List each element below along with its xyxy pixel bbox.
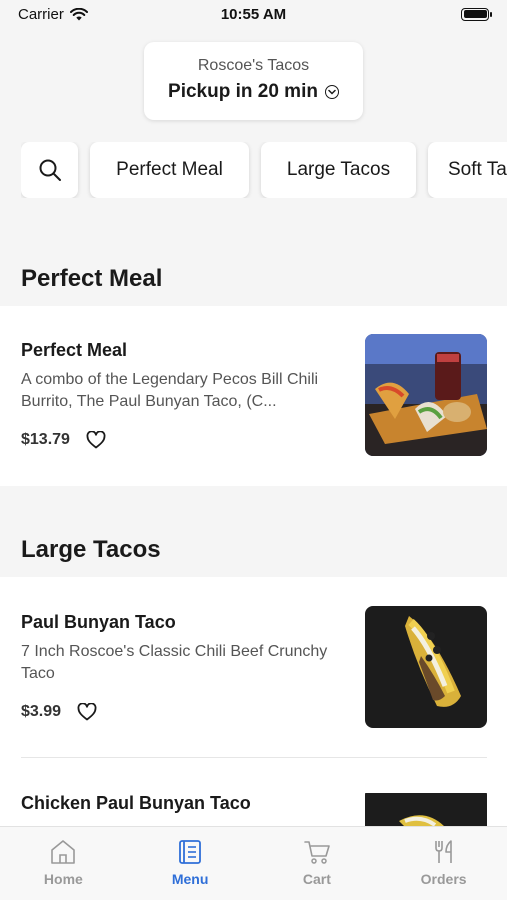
category-chip-perfect-meal[interactable]: Perfect Meal: [90, 142, 249, 198]
tab-bar: Home Menu Cart Orders: [0, 826, 507, 900]
store-name: Roscoe's Tacos: [197, 57, 310, 74]
item-price: $13.79: [21, 431, 70, 448]
search-icon: [39, 159, 61, 181]
tab-cart[interactable]: Cart: [254, 827, 381, 900]
item-image-chicken-paul-bunyan-taco: [365, 793, 487, 826]
search-button[interactable]: [21, 142, 78, 198]
heart-icon[interactable]: [77, 703, 97, 721]
tab-menu[interactable]: Menu: [127, 827, 254, 900]
menu-item-perfect-meal[interactable]: Perfect Meal A combo of the Legendary Pe…: [21, 334, 487, 462]
tab-label-menu: Menu: [171, 871, 209, 887]
fork-knife-icon: [434, 840, 452, 863]
chevron-down-circle-icon: [324, 85, 339, 99]
category-chip-large-tacos[interactable]: Large Tacos: [261, 142, 416, 198]
tab-home[interactable]: Home: [0, 827, 127, 900]
menu-item-paul-bunyan-taco[interactable]: Paul Bunyan Taco 7 Inch Roscoe's Classic…: [21, 606, 487, 734]
category-bar: Perfect Meal Large Tacos Soft Ta: [21, 142, 507, 198]
store-selector[interactable]: Roscoe's Tacos Pickup in 20 min: [144, 42, 363, 120]
carrier-label: Carrier: [18, 5, 64, 23]
menu-book-icon: [179, 840, 202, 864]
item-image-perfect-meal: [365, 334, 487, 456]
heart-icon[interactable]: [86, 431, 106, 449]
tab-orders[interactable]: Orders: [380, 827, 507, 900]
status-left: Carrier: [18, 6, 88, 23]
item-image-paul-bunyan-taco: [365, 606, 487, 728]
section-title-large-tacos: Large Tacos: [21, 536, 161, 563]
pickup-label: Pickup in 20 min: [168, 81, 318, 102]
battery-icon: [461, 7, 492, 21]
tab-label-cart: Cart: [302, 871, 331, 887]
tab-label-orders: Orders: [420, 871, 467, 887]
item-price: $3.99: [21, 703, 62, 720]
menu-item-chicken-paul-bunyan-taco[interactable]: Chicken Paul Bunyan Taco: [21, 793, 487, 826]
wifi-icon: [69, 7, 88, 20]
home-icon: [51, 840, 76, 864]
item-divider: [21, 757, 487, 758]
cart-icon: [304, 841, 330, 864]
item-description: 7 Inch Roscoe's Classic Chili Beef Crunc…: [21, 643, 328, 682]
tab-label-home: Home: [43, 871, 83, 887]
section-title-perfect-meal: Perfect Meal: [21, 265, 163, 292]
item-description: A combo of the Legendary Pecos Bill Chil…: [21, 371, 319, 410]
category-chip-soft-tacos[interactable]: Soft Ta: [428, 142, 507, 198]
status-bar: Carrier 10:55 AM: [0, 0, 507, 28]
pickup-time: Pickup in 20 min: [168, 81, 339, 103]
